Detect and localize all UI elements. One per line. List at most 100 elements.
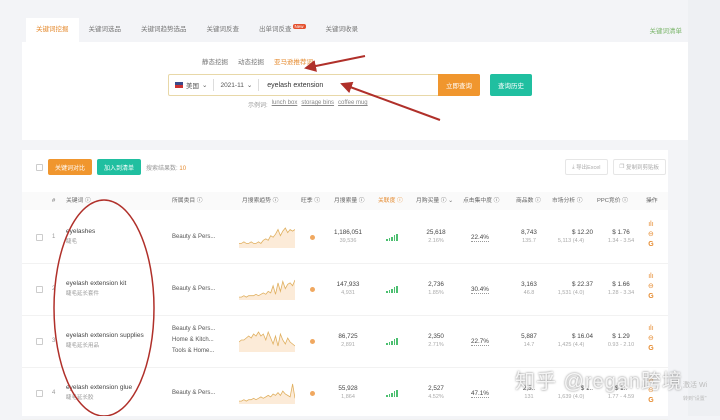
col-click-concentration[interactable]: 点击集中度 ⓘ xyxy=(463,192,499,210)
row-actions: ılı ⊖ G xyxy=(648,220,654,250)
ppc-bid: $ 1.66 xyxy=(612,281,630,288)
col-monthly-search[interactable]: 月搜索量 ⓘ xyxy=(334,192,365,210)
chart-icon[interactable]: ılı xyxy=(648,220,654,230)
click-concentration-cell[interactable]: 22.4% xyxy=(471,234,489,242)
category[interactable]: Beauty & Pers... xyxy=(172,324,215,335)
category[interactable]: Tools & Home... xyxy=(172,346,215,357)
col-peak-season[interactable]: 旺季 ⓘ xyxy=(301,192,320,210)
add-to-list-button[interactable]: 加入到清单 xyxy=(97,159,142,175)
google-icon[interactable]: G xyxy=(648,292,654,302)
click-concentration[interactable]: 30.4% xyxy=(471,286,489,294)
trend-sparkline[interactable] xyxy=(239,382,295,404)
col-product-count[interactable]: 商品数 ⓘ xyxy=(516,192,541,210)
example-link[interactable]: storage bins xyxy=(301,100,334,109)
country-value: 美国 xyxy=(186,83,199,90)
keyword-cell[interactable]: eyelashes 睫毛 xyxy=(66,228,95,245)
category[interactable]: Beauty & Pers... xyxy=(172,232,215,243)
category-cell: Beauty & Pers... xyxy=(172,232,215,243)
category[interactable]: Home & Kitch... xyxy=(172,335,215,346)
market-analysis-cell: $ 16.04 1,425 (4.4) xyxy=(549,333,593,348)
col-monthly-purchase[interactable]: 月购买量 ⓘ ⌄ xyxy=(416,192,453,210)
amazon-icon[interactable]: ⊖ xyxy=(648,282,654,292)
click-concentration[interactable]: 22.4% xyxy=(471,234,489,242)
tab-keyword-trend[interactable]: 关键词趋势选品 xyxy=(131,18,197,42)
subtab-amazon-recommended[interactable]: 亚马逊推荐词 xyxy=(274,56,313,66)
click-concentration-cell[interactable]: 22.7% xyxy=(471,338,489,346)
export-excel-button[interactable]: ⤓ 导出Excel xyxy=(565,159,608,175)
amazon-icon[interactable]: ⊖ xyxy=(648,230,654,240)
monthly-search-cell: 1,186,051 39,536 xyxy=(330,229,366,244)
click-concentration[interactable]: 22.7% xyxy=(471,338,489,346)
trend-sparkline[interactable] xyxy=(239,278,295,300)
search-history-button[interactable]: 查询历史 xyxy=(490,74,532,96)
click-concentration-cell[interactable]: 47.1% xyxy=(471,390,489,398)
watermark: 知乎 @regan跨境 xyxy=(515,371,684,393)
category[interactable]: Beauty & Pers... xyxy=(172,388,215,399)
ppc-cell: $ 1.29 0.93 - 2.10 xyxy=(600,333,642,348)
month-value: 2021-11 xyxy=(220,81,244,89)
tab-keyword-reverse[interactable]: 关键词反查 xyxy=(197,18,250,42)
compare-keywords-button[interactable]: 关键词对比 xyxy=(48,159,93,175)
category[interactable]: Beauty & Pers... xyxy=(172,284,215,295)
monthly-search: 147,933 xyxy=(336,281,360,288)
example-link[interactable]: coffee mug xyxy=(338,100,368,109)
table-row: 3 eyelash extension supplies 睫毛延长用品 Beaut… xyxy=(22,316,668,368)
ppc-cell: $ 1.66 1.28 - 3.34 xyxy=(600,281,642,296)
click-concentration[interactable]: 47.1% xyxy=(471,390,489,398)
col-market-analysis[interactable]: 市场分析 ⓘ xyxy=(552,192,583,210)
amazon-icon[interactable]: ⊖ xyxy=(648,334,654,344)
row-checkbox[interactable] xyxy=(36,286,43,293)
table-row: 1 eyelashes 睫毛 Beauty & Pers... 1,186,051… xyxy=(22,212,668,264)
tab-keyword-product[interactable]: 关键词选品 xyxy=(79,18,132,42)
month-select[interactable]: 2021-11 ⌄ xyxy=(214,81,258,90)
tab-keyword-mining[interactable]: 关键词挖掘 xyxy=(26,18,79,42)
col-ppc[interactable]: PPC竞价 ⓘ xyxy=(597,192,628,210)
col-trend[interactable]: 月搜索趋势 ⓘ xyxy=(242,192,278,210)
select-all-checkbox[interactable] xyxy=(36,163,43,171)
chart-icon[interactable]: ılı xyxy=(648,324,654,334)
keyword-en[interactable]: eyelash extension supplies xyxy=(66,332,144,339)
example-link[interactable]: lunch box xyxy=(272,100,298,109)
monthly-search: 86,725 xyxy=(338,333,358,340)
google-icon[interactable]: G xyxy=(648,240,654,250)
sparkline-area xyxy=(239,280,295,300)
click-concentration-cell[interactable]: 30.4% xyxy=(471,286,489,294)
trend-sparkline[interactable] xyxy=(239,330,295,352)
keyword-zh: 睫毛延长胶 xyxy=(66,395,94,401)
relevance-bars-icon xyxy=(386,234,398,241)
google-icon[interactable]: G xyxy=(648,344,654,354)
keyword-en[interactable]: eyelash extension glue xyxy=(66,384,132,391)
row-checkbox[interactable] xyxy=(36,390,43,397)
col-keyword[interactable]: 关键词 ⓘ xyxy=(66,192,91,210)
search-button[interactable]: 立即查询 xyxy=(438,74,480,96)
keyword-cell[interactable]: eyelash extension kit 睫毛延长套件 xyxy=(66,280,126,297)
chevron-down-icon: ⌄ xyxy=(246,82,253,89)
ppc-range: 0.93 - 2.10 xyxy=(607,342,635,348)
subtab-dynamic[interactable]: 动态挖掘 xyxy=(238,56,264,66)
category-cell: Beauty & Pers... xyxy=(172,388,215,399)
row-index: 1 xyxy=(52,234,56,240)
keyword-list-link[interactable]: 关键词清单 xyxy=(650,25,689,35)
mining-mode-tabs: 静态挖掘 动态挖掘 亚马逊推荐词 xyxy=(202,56,313,66)
keyword-input[interactable]: eyelash extension xyxy=(259,82,438,89)
ppc-cell: $ 1.76 1.34 - 3.54 xyxy=(600,229,642,244)
col-relevance[interactable]: 关联度 ⓘ xyxy=(378,192,403,210)
daily-search: 39,536 xyxy=(339,238,357,244)
trend-sparkline[interactable] xyxy=(239,226,295,248)
subtab-static[interactable]: 静态挖掘 xyxy=(202,56,228,66)
row-checkbox[interactable] xyxy=(36,338,43,345)
copy-clipboard-button[interactable]: ❐ 复制到剪贴板 xyxy=(612,159,666,175)
chart-icon[interactable]: ılı xyxy=(648,272,654,282)
keyword-en[interactable]: eyelash extension kit xyxy=(66,280,126,287)
tab-keyword-index[interactable]: 关键词收录 xyxy=(316,18,369,42)
row-checkbox[interactable] xyxy=(36,234,43,241)
google-icon[interactable]: G xyxy=(648,396,654,406)
tab-order-keyword-reverse[interactable]: 出单词反查 New xyxy=(249,18,316,42)
country-select[interactable]: 美国 ⌄ xyxy=(169,80,213,90)
daily-search: 2,891 xyxy=(341,342,355,348)
col-category[interactable]: 所属类目 ⓘ xyxy=(172,192,203,210)
keyword-cell[interactable]: eyelash extension glue 睫毛延长胶 xyxy=(66,384,132,401)
peak-season-dot-icon xyxy=(310,235,315,240)
keyword-en[interactable]: eyelashes xyxy=(66,228,95,235)
keyword-cell[interactable]: eyelash extension supplies 睫毛延长用品 xyxy=(66,332,144,349)
